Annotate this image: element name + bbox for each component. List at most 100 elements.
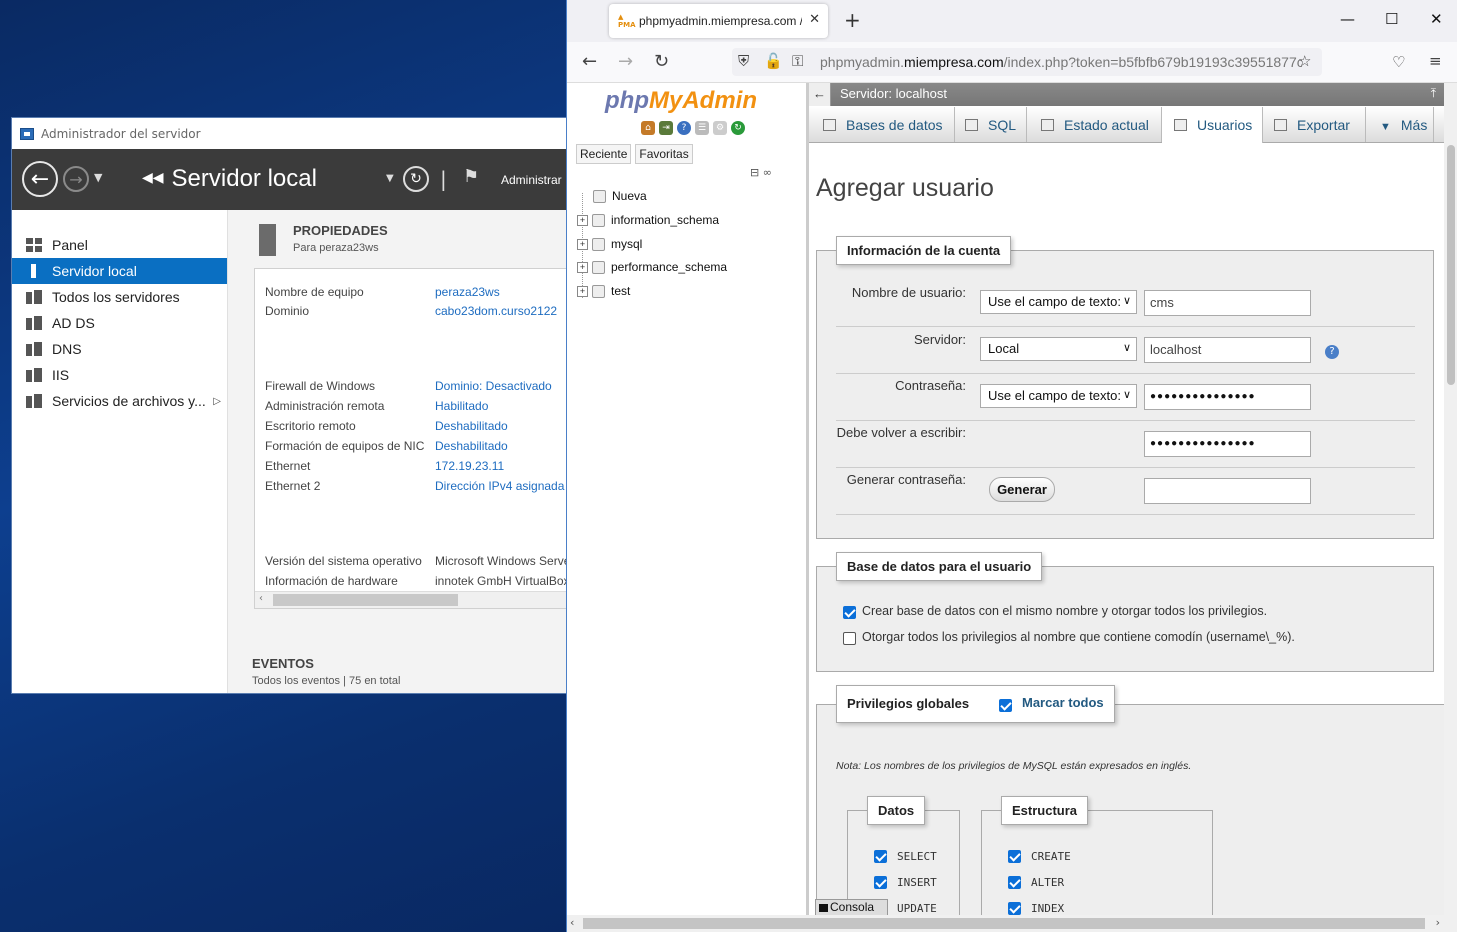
sidebar-item-file-services[interactable]: Servicios de archivos y... ▷ — [12, 388, 227, 414]
sidebar-item-local-server[interactable]: Servidor local — [12, 258, 227, 284]
property-link[interactable]: Deshabilitado — [435, 439, 508, 453]
pocket-icon[interactable]: ♡ — [1392, 53, 1405, 71]
privilege-label[interactable]: SELECT — [897, 850, 937, 863]
sidebar-item-dns[interactable]: DNS — [12, 336, 227, 362]
retype-password-input[interactable]: ●●●●●●●●●●●●●●● — [1144, 431, 1311, 457]
forward-arrow-icon[interactable]: → — [63, 166, 89, 192]
privilege-checkbox[interactable] — [1008, 876, 1021, 889]
privilege-label[interactable]: UPDATE — [897, 902, 937, 915]
help-icon[interactable]: ? — [677, 121, 691, 135]
privilege-checkbox[interactable] — [874, 876, 887, 889]
phpmyadmin-logo[interactable]: phpMyAdmin — [605, 87, 757, 115]
tab-export[interactable]: Exportar — [1263, 107, 1366, 142]
property-link[interactable]: Deshabilitado — [435, 419, 508, 433]
collapse-nav-icon[interactable]: ← — [809, 83, 831, 106]
scroll-top-icon[interactable]: ⤒ — [1431, 86, 1436, 101]
bookmark-star-icon[interactable]: ☆ — [1298, 52, 1311, 70]
chevron-right-icon[interactable]: ▷ — [213, 396, 221, 407]
scrollbar-thumb[interactable] — [583, 918, 1425, 929]
create-db-label[interactable]: Crear base de datos con el mismo nombre … — [862, 604, 1267, 618]
host-input[interactable]: localhost — [1144, 337, 1311, 363]
scroll-left-icon[interactable]: ‹ — [570, 916, 574, 929]
expand-icon[interactable]: + — [577, 285, 588, 297]
history-dropdown-icon[interactable]: ▼ — [94, 171, 102, 184]
refresh-icon[interactable]: ↻ — [403, 166, 429, 192]
property-link[interactable]: Dirección IPv4 asignada p — [435, 479, 566, 493]
menu-icon[interactable]: ≡ — [1429, 52, 1442, 70]
home-icon[interactable]: ⌂ — [641, 121, 655, 135]
close-window-icon[interactable]: ✕ — [1430, 10, 1443, 28]
expand-icon[interactable]: + — [577, 214, 588, 226]
scroll-right-icon[interactable]: › — [1436, 916, 1440, 929]
manage-menu[interactable]: Administrar — [501, 173, 562, 187]
privilege-label[interactable]: ALTER — [1031, 876, 1064, 889]
privilege-label[interactable]: CREATE — [1031, 850, 1071, 863]
tab-more[interactable]: ▼ Más — [1366, 107, 1434, 142]
tree-item-database[interactable]: + mysql — [577, 237, 642, 251]
new-tab-icon[interactable]: + — [844, 8, 861, 32]
reload-icon[interactable]: ↻ — [654, 51, 669, 72]
tree-item-database[interactable]: + information_schema — [577, 213, 719, 227]
key-icon[interactable]: ⚿ — [792, 52, 803, 70]
insecure-lock-icon[interactable]: 🔓 — [764, 52, 783, 70]
logout-icon[interactable]: ⇥ — [659, 121, 673, 135]
privilege-checkbox[interactable] — [1008, 902, 1021, 915]
reload-nav-icon[interactable]: ↻ — [731, 121, 745, 135]
recent-button[interactable]: Reciente — [576, 144, 632, 164]
maximize-icon[interactable]: ☐ — [1385, 10, 1398, 28]
privilege-label[interactable]: INDEX — [1031, 902, 1064, 915]
tab-users[interactable]: Usuarios — [1162, 107, 1263, 143]
forward-icon[interactable]: → — [618, 51, 633, 72]
shield-icon[interactable]: ⛨ — [738, 52, 749, 70]
tab-sql[interactable]: SQL — [955, 107, 1027, 142]
tree-item-new[interactable]: Nueva — [593, 189, 647, 203]
password-mode-select[interactable]: Use el campo de texto: ∨ — [980, 384, 1137, 408]
expand-icon[interactable]: + — [577, 238, 588, 250]
tree-item-database[interactable]: + performance_schema — [577, 260, 727, 274]
privilege-label[interactable]: INSERT — [897, 876, 937, 889]
check-all-checkbox[interactable] — [999, 699, 1012, 712]
console-toggle[interactable]: Consola — [815, 899, 888, 916]
docs-icon[interactable]: ☰ — [695, 121, 709, 135]
generate-button[interactable]: Generar — [989, 477, 1055, 502]
wildcard-checkbox[interactable] — [843, 632, 856, 645]
back-arrow-icon[interactable]: ← — [22, 161, 58, 197]
horizontal-scrollbar[interactable]: ‹ › — [567, 915, 1457, 932]
password-input[interactable]: ●●●●●●●●●●●●●●● — [1144, 384, 1311, 410]
privilege-checkbox[interactable] — [1008, 850, 1021, 863]
check-all-label[interactable]: Marcar todos — [1022, 695, 1104, 710]
settings-icon[interactable]: ⚙ — [713, 121, 727, 135]
url-bar[interactable]: ⛨ 🔓 ⚿ phpmyadmin.miempresa.com/index.php… — [732, 48, 1322, 76]
generated-password-input[interactable] — [1144, 478, 1311, 504]
property-link[interactable]: cabo23dom.curso2122 — [435, 304, 557, 318]
vertical-scrollbar[interactable] — [1444, 83, 1457, 915]
host-mode-select[interactable]: Local ∨ — [980, 337, 1137, 361]
tab-databases[interactable]: Bases de datos — [809, 107, 955, 142]
privilege-checkbox[interactable] — [874, 850, 887, 863]
sidebar-item-panel[interactable]: Panel — [12, 232, 227, 258]
close-tab-icon[interactable]: ✕ — [809, 12, 820, 27]
horizontal-scrollbar[interactable]: ‹ — [255, 591, 566, 608]
property-link[interactable]: Habilitado — [435, 399, 488, 413]
sidebar-item-iis[interactable]: IIS — [12, 362, 227, 388]
back-icon[interactable]: ← — [582, 51, 597, 72]
minimize-icon[interactable]: — — [1340, 10, 1355, 28]
tab-status[interactable]: Estado actual — [1027, 107, 1162, 142]
collapse-link-icons[interactable]: ⊟ ∞ — [750, 166, 772, 179]
browser-tab[interactable]: ▲ PMA phpmyadmin.miempresa.com / ✕ — [609, 4, 828, 38]
wildcard-label[interactable]: Otorgar todos los privilegios al nombre … — [862, 630, 1295, 644]
scrollbar-thumb[interactable] — [273, 594, 458, 606]
notifications-flag-icon[interactable]: ⚑ — [463, 166, 479, 187]
sidebar-item-adds[interactable]: AD DS — [12, 310, 227, 336]
sidebar-item-all-servers[interactable]: Todos los servidores — [12, 284, 227, 310]
favorites-button[interactable]: Favoritas — [635, 144, 693, 164]
breadcrumb-dropdown-icon[interactable]: ▼ — [386, 173, 394, 184]
username-input[interactable]: cms — [1144, 290, 1311, 316]
property-link[interactable]: peraza23ws — [435, 285, 500, 299]
expand-icon[interactable]: + — [577, 261, 588, 273]
scroll-left-icon[interactable]: ‹ — [259, 593, 263, 604]
property-link[interactable]: 172.19.23.11 — [435, 459, 504, 473]
server-breadcrumb[interactable]: Servidor: localhost — [840, 86, 947, 101]
property-link[interactable]: Dominio: Desactivado — [435, 379, 552, 393]
create-db-checkbox[interactable] — [843, 606, 856, 619]
